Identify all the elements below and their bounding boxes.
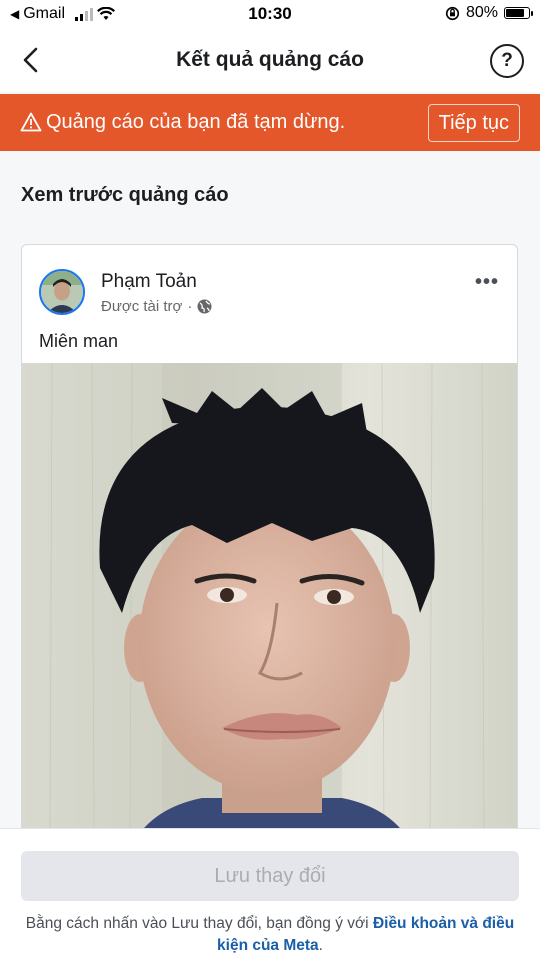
profile-photo [41, 271, 83, 313]
status-right: 80% [445, 4, 533, 22]
help-button[interactable]: ? [490, 44, 524, 78]
terms-prefix: Bằng cách nhấn vào Lưu thay đổi, bạn đồn… [25, 915, 373, 932]
avatar[interactable] [39, 269, 85, 315]
terms-suffix: . [318, 937, 323, 954]
sponsored-row: Được tài trợ · [101, 298, 212, 315]
terms-notice: Bằng cách nhấn vào Lưu thay đổi, bạn đồn… [16, 913, 524, 957]
orientation-lock-icon [445, 6, 460, 20]
save-changes-button[interactable]: Lưu thay đổi [21, 851, 519, 901]
battery-percent: 80% [465, 4, 498, 21]
dot-separator: · [187, 298, 193, 315]
ad-image [22, 363, 517, 843]
bottom-action-bar: Lưu thay đổi Bằng cách nhấn vào Lưu thay… [0, 828, 540, 961]
ad-paused-banner: Quảng cáo của bạn đã tạm dừng. Tiếp tục [0, 94, 540, 151]
ad-preview-card: Phạm Toản Được tài trợ · ••• Miên man [21, 244, 518, 844]
sponsored-label: Được tài trợ [101, 298, 183, 315]
section-title: Xem trước quảng cáo [21, 184, 229, 206]
banner-message: Quảng cáo của bạn đã tạm dừng. [46, 111, 346, 133]
status-bar: ◀ Gmail 10:30 80% [0, 0, 540, 30]
battery-icon [504, 7, 533, 19]
page-title: Kết quả quảng cáo [176, 48, 364, 71]
question-mark-icon: ? [501, 50, 513, 71]
resume-button[interactable]: Tiếp tục [427, 104, 520, 142]
warning-icon [20, 112, 42, 132]
page-name[interactable]: Phạm Toản [101, 271, 197, 293]
ad-caption: Miên man [39, 331, 119, 351]
globe-icon [197, 299, 212, 314]
navigation-bar: Kết quả quảng cáo ? [0, 30, 540, 92]
more-options-icon[interactable]: ••• [475, 271, 499, 294]
